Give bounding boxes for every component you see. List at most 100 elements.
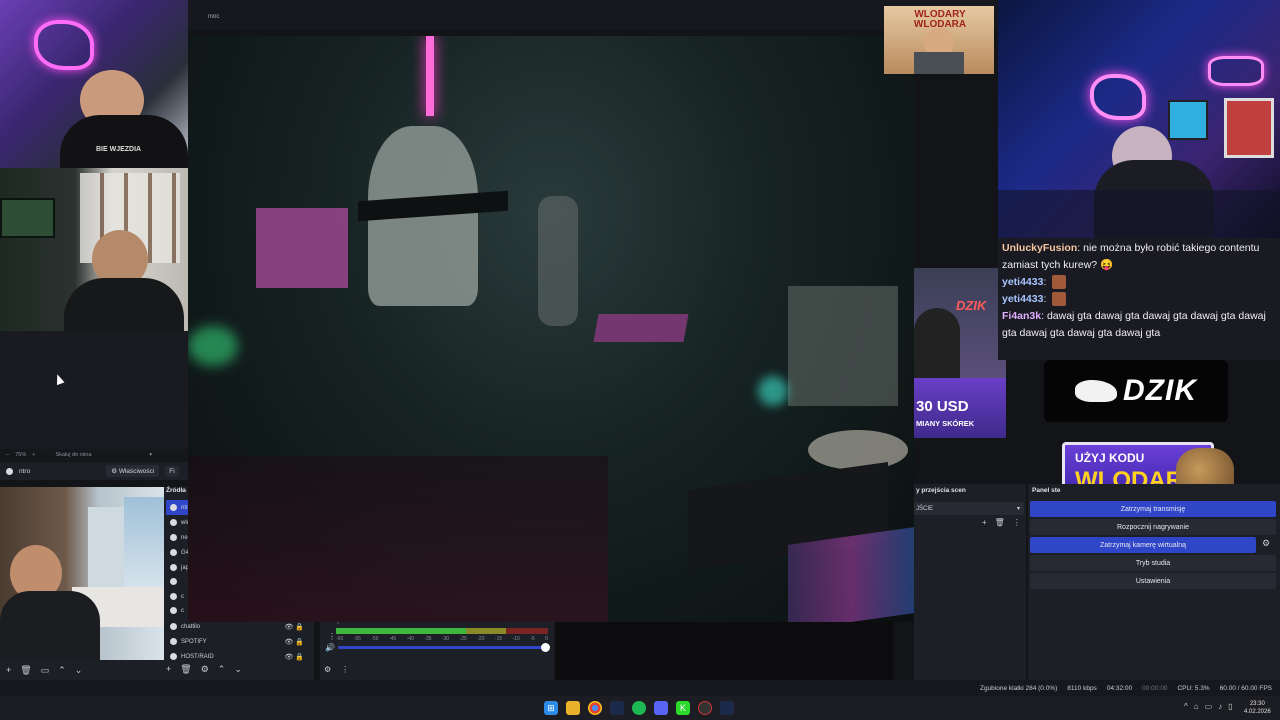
sources-header: Źródła xyxy=(166,487,186,494)
move-down-icon[interactable]: ⌄ xyxy=(75,665,83,676)
mixer-ticks: -60 -55 -50 -45 -40 -35 -30 -25 -20 -15 -10 -5 0 xyxy=(336,636,548,642)
advanced-audio-icon[interactable]: ⚙ xyxy=(324,665,331,674)
chat-username[interactable]: Fi4an3k xyxy=(1002,310,1041,322)
bitrate: 8110 kbps xyxy=(1067,684,1097,692)
source-row[interactable]: HOST/RAID 👁 🔒 xyxy=(166,649,308,664)
battery-icon[interactable]: ▯ xyxy=(1228,702,1232,711)
ad-subtitle: MIANY SKÓREK xyxy=(916,419,975,428)
chat-message: yeti4433: xyxy=(1002,274,1274,291)
facecam-bottom-left xyxy=(0,487,164,660)
transition-toolbar: + 🗑 ⋮ xyxy=(982,518,1021,527)
obs-menu-item-help[interactable]: moc xyxy=(208,14,219,20)
visibility-eye-icon[interactable]: 👁 🔒 xyxy=(284,653,304,661)
chat-separator: : xyxy=(1043,276,1050,288)
visibility-eye-icon[interactable]: 👁 🔒 xyxy=(284,638,304,646)
zoom-out-icon[interactable]: − xyxy=(6,452,9,458)
spotify-icon[interactable] xyxy=(632,701,646,715)
properties-button[interactable]: ⚙ Właściwości xyxy=(106,465,160,477)
mixer-tick-label: -10 xyxy=(512,636,520,642)
mixer-tick-label: -45 xyxy=(388,636,397,642)
chat-emote-icon xyxy=(1052,275,1067,290)
clock-time: 23:30 xyxy=(1249,701,1265,707)
selected-source-name: ntro xyxy=(19,467,31,475)
mixer-menu-icon[interactable]: ⋮ xyxy=(328,632,336,641)
dzik-logo-text: DZIK xyxy=(1123,374,1197,407)
windows-start-icon[interactable]: ⊞ xyxy=(544,701,558,715)
display-icon[interactable]: ▭ xyxy=(1205,702,1213,711)
chrome-icon[interactable] xyxy=(588,701,602,715)
source-settings-icon[interactable]: ⚙ xyxy=(201,664,209,675)
trash-icon[interactable]: 🗑 xyxy=(20,665,31,676)
virtual-camera-settings-icon[interactable]: ⚙ xyxy=(1262,538,1270,549)
mixer-tick-label: 0 xyxy=(545,636,548,642)
promo-label: UŻYJ KODU xyxy=(1075,451,1145,465)
start-recording-button[interactable]: Rozpocznij nagrywanie xyxy=(1030,519,1276,535)
remove-transition-icon[interactable]: 🗑 xyxy=(995,518,1005,527)
source-type-icon xyxy=(170,519,177,526)
add-transition-icon[interactable]: + xyxy=(982,518,987,527)
steam-icon[interactable] xyxy=(610,701,624,715)
source-type-icon xyxy=(170,638,177,645)
zoom-in-icon[interactable]: + xyxy=(32,452,35,458)
volume-slider[interactable] xyxy=(338,643,550,652)
filters-button[interactable]: Fi xyxy=(165,465,179,477)
source-type-icon xyxy=(170,564,177,571)
obs-status-bar: Zgubione klatki 284 (0.0%) 8110 kbps 04:… xyxy=(0,680,1280,696)
source-type-icon xyxy=(170,578,177,585)
kick-icon[interactable]: K xyxy=(676,701,690,715)
move-up-icon[interactable]: ⌃ xyxy=(58,665,66,676)
stop-virtual-camera-button[interactable]: Zatrzymaj kamerę wirtualną xyxy=(1030,537,1256,553)
source-toolbar: ntro ⚙ Właściwości Fi xyxy=(0,462,200,480)
source-type-icon xyxy=(170,623,177,630)
transition-select[interactable]: JŚCIE ▾ xyxy=(914,502,1024,515)
add-icon[interactable]: + xyxy=(6,665,11,675)
poster-title: WLODARY WLODARA xyxy=(913,9,967,30)
steam-icon-2[interactable] xyxy=(720,701,734,715)
facecam-top-left: BIE WJEZDIA xyxy=(0,0,188,168)
chat-message: Fi4an3k: dawaj gta dawaj gta dawaj gta d… xyxy=(1002,308,1274,342)
mixer-tick-label: -55 xyxy=(353,636,361,642)
stream-time: 04:32:00 xyxy=(1106,684,1133,692)
scale-dropdown[interactable]: Skaluj do okna xyxy=(55,452,91,458)
chat-username[interactable]: yeti4433 xyxy=(1002,293,1043,305)
chat-username[interactable]: UnluckyFusion xyxy=(1002,242,1077,254)
obs-preview-empty xyxy=(0,331,188,449)
taskbar-clock[interactable]: 23:30 4.02.2026 xyxy=(1244,700,1271,716)
zoom-level: 75% xyxy=(15,452,27,458)
source-row[interactable]: SPOTIFY 👁 🔒 xyxy=(166,634,308,649)
discord-icon[interactable] xyxy=(654,701,668,715)
chat-message: yeti4433: xyxy=(1002,291,1274,308)
move-up-icon[interactable]: ⌃ xyxy=(218,664,226,675)
source-label: c xyxy=(181,607,184,614)
boar-icon xyxy=(1075,380,1117,402)
transition-value: JŚCIE xyxy=(916,505,934,512)
mixer-tick-label: -50 xyxy=(371,636,379,642)
chat-username[interactable]: yeti4433 xyxy=(1002,276,1043,288)
settings-button[interactable]: Ustawienia xyxy=(1030,573,1276,589)
stop-stream-button[interactable]: Zatrzymaj transmisję xyxy=(1030,501,1276,517)
add-source-icon[interactable]: + xyxy=(166,664,171,675)
volume-icon[interactable]: 🔊 xyxy=(325,643,335,652)
filter-icon[interactable]: ▭ xyxy=(41,665,50,676)
file-explorer-icon[interactable] xyxy=(566,701,580,715)
studio-mode-button[interactable]: Tryb studia xyxy=(1030,555,1276,571)
source-type-icon xyxy=(170,593,177,600)
ad-amount: 30 USD xyxy=(916,398,969,415)
tray-chevron-icon[interactable]: ^ xyxy=(1184,702,1188,711)
obs-icon[interactable] xyxy=(698,701,712,715)
preview-zoom-bar: − 75% + Skaluj do okna ▾ xyxy=(0,449,188,461)
network-icon[interactable]: ⌂ xyxy=(1194,702,1199,711)
source-type-icon xyxy=(170,504,177,511)
move-down-icon[interactable]: ⌄ xyxy=(234,664,242,675)
cam-caption: BIE WJEZDIA xyxy=(96,146,142,153)
remove-source-icon[interactable]: 🗑 xyxy=(180,664,191,675)
transition-menu-icon[interactable]: ⋮ xyxy=(1013,518,1021,527)
volume-tray-icon[interactable]: ♪ xyxy=(1218,702,1222,711)
source-type-icon xyxy=(170,534,177,541)
facecam-right xyxy=(998,0,1280,238)
mixer-options-icon[interactable]: ⋮ xyxy=(341,665,349,674)
source-type-icon xyxy=(170,653,177,660)
visibility-eye-icon[interactable]: 👁 🔒 xyxy=(284,623,304,631)
chat-message: UnluckyFusion: nie można było robić taki… xyxy=(1002,240,1274,274)
mixer-tick-label: -30 xyxy=(441,636,450,642)
